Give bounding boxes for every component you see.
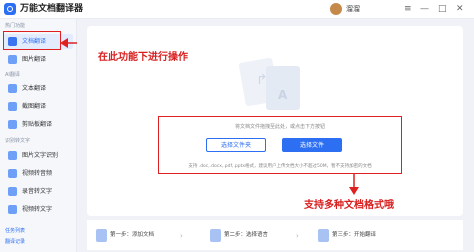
sidebar-item-clipboard-translate[interactable]: 剪贴板翻译 [3, 117, 73, 132]
clipboard-icon [8, 120, 17, 129]
video-text-icon [8, 205, 17, 214]
select-file-button[interactable]: 选择文件 [282, 138, 342, 152]
menu-icon[interactable]: ≡ [404, 2, 412, 16]
annotation-feature-hint: 在此功能下进行操作 [98, 52, 188, 63]
add-document-icon [96, 229, 107, 242]
sidebar-item-video-to-text[interactable]: 视频转文字 [3, 202, 73, 217]
sidebar-section-ocr: 识别转文字 [5, 138, 31, 144]
drop-hint: 将文档文件拖拽至此处，或点击下方按钮 [234, 124, 325, 130]
sidebar-section-common: 热门功能 [5, 23, 26, 29]
step-separator-icon: › [296, 232, 299, 240]
sidebar-item-label: 截图翻译 [22, 103, 47, 110]
sidebar-item-label: 视频转文字 [22, 206, 53, 213]
sidebar-item-label: 视频转音频 [22, 170, 53, 177]
translate-arrow-icon: ↱ [256, 72, 268, 88]
sidebar-item-label: 图片文字识别 [22, 152, 59, 159]
sidebar-item-label: 录音转文字 [22, 188, 53, 195]
close-icon[interactable]: ✕ [456, 2, 464, 16]
minimize-icon[interactable]: — [420, 2, 429, 16]
step-3: 第三步：开始翻译 [332, 232, 377, 238]
avatar[interactable] [330, 3, 342, 15]
annotation-arrow-down [349, 173, 359, 195]
task-list-link[interactable]: 任务列表 [5, 227, 25, 234]
step-2: 第二步：选择语言 [224, 232, 269, 238]
annotation-formats-hint: 支持多种文档格式哦 [304, 200, 394, 211]
sidebar-item-image-translate[interactable]: 图片翻译 [3, 52, 73, 67]
text-icon [8, 84, 17, 93]
annotation-box-sidebar [3, 31, 61, 50]
supported-formats: 支持 .doc,.docx,.pdf,.pptx格式，建议用户上传文档大小不超过… [188, 164, 372, 169]
select-language-icon [210, 229, 221, 242]
microphone-icon [8, 187, 17, 196]
step-separator-icon: › [180, 232, 183, 240]
sidebar-item-label: 剪贴板翻译 [22, 121, 53, 128]
sidebar-item-video-to-audio[interactable]: 视频转音频 [3, 166, 73, 181]
sidebar-item-label: 文本翻译 [22, 85, 47, 92]
sidebar-item-screenshot-translate[interactable]: 截图翻译 [3, 99, 73, 114]
screenshot-icon [8, 102, 17, 111]
sidebar-section-ai: AI翻译 [5, 72, 20, 78]
select-folder-button[interactable]: 选择文件夹 [206, 138, 266, 152]
video-icon [8, 169, 17, 178]
sidebar: 热门功能 文档翻译 图片翻译 AI翻译 文本翻译 截图翻译 剪贴板翻译 识别转文… [0, 19, 77, 252]
username[interactable]: 溜溜 [346, 4, 360, 14]
title-bar: 万能文档翻译器 溜溜 ≡ — □ ✕ [0, 0, 474, 19]
app-title: 万能文档翻译器 [20, 4, 84, 14]
sidebar-item-label: 图片翻译 [22, 56, 47, 63]
app-logo-icon [4, 3, 16, 15]
maximize-icon[interactable]: □ [438, 2, 447, 16]
sidebar-item-audio-to-text[interactable]: 录音转文字 [3, 184, 73, 199]
step-1: 第一步：添加文档 [110, 232, 155, 238]
start-translate-icon [318, 229, 329, 242]
sidebar-item-image-ocr[interactable]: 图片文字识别 [3, 148, 73, 163]
sidebar-item-text-translate[interactable]: 文本翻译 [3, 81, 73, 96]
history-link[interactable]: 翻译记录 [5, 238, 25, 245]
image-icon [8, 55, 17, 64]
ocr-icon [8, 151, 17, 160]
letter-a-icon: A [278, 88, 288, 102]
